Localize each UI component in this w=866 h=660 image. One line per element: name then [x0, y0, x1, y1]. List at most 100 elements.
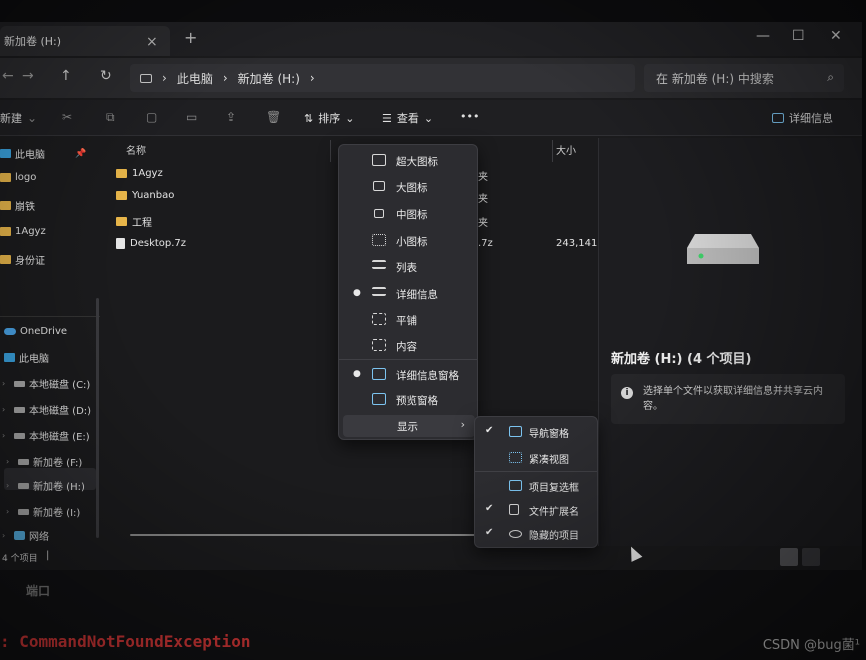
sidebar-item-label: 新加卷 (F:) [33, 458, 83, 469]
sidebar-item-label: 网络 [29, 532, 49, 543]
column-divider[interactable] [330, 140, 331, 162]
menu-item-label: 大图标 [396, 182, 428, 194]
submenu-item-hidden-items[interactable]: ✔ 隐藏的项目 [475, 523, 597, 545]
breadcrumb-volume-h[interactable]: 新加卷 (H:) [238, 70, 300, 87]
menu-item-show[interactable]: 显示 › [343, 415, 475, 437]
sidebar-item-drive-h[interactable]: › 新加卷 (H:) [6, 478, 85, 493]
tiles-view-toggle-icon[interactable] [802, 548, 820, 566]
address-bar[interactable]: › 此电脑 › 新加卷 (H:) › [130, 64, 635, 92]
sidebar-item-logo[interactable]: logo [0, 172, 36, 183]
menu-item-list[interactable]: 列表 [339, 255, 477, 279]
file-type-cell: 夹 [478, 172, 488, 183]
menu-item-tiles[interactable]: 平铺 [339, 308, 477, 332]
submenu-item-file-extensions[interactable]: ✔ 文件扩展名 [475, 499, 597, 521]
cut-icon[interactable]: ✂ [62, 110, 72, 124]
menu-item-small-icons[interactable]: 小图标 [339, 229, 477, 253]
chevron-right-icon[interactable]: › [2, 531, 10, 540]
sidebar-item-label: logo [15, 172, 37, 183]
up-icon[interactable]: ↑ [60, 68, 72, 84]
file-row-desktop-7z[interactable]: Desktop.7z [116, 238, 186, 249]
back-icon[interactable]: ← [2, 68, 14, 84]
horizontal-scrollbar[interactable] [130, 534, 480, 536]
file-row-gongcheng[interactable]: 工程 [116, 214, 152, 229]
menu-item-large-icons[interactable]: 大图标 [339, 175, 477, 199]
sidebar-item-label: 新加卷 (H:) [33, 482, 85, 493]
sidebar-item-bengtie[interactable]: 崩铁 [0, 198, 35, 213]
menu-item-content[interactable]: 内容 [339, 334, 477, 358]
folder-icon [0, 201, 11, 210]
sidebar-item-this-pc[interactable]: 此电脑 [4, 350, 49, 365]
submenu-item-navigation-pane[interactable]: ✔ 导航窗格 [475, 421, 597, 443]
sidebar-item-drive-d[interactable]: › 本地磁盘 (D:) [2, 402, 91, 417]
archive-file-icon [116, 238, 125, 249]
column-divider[interactable] [552, 140, 553, 162]
details-view-toggle-icon[interactable] [780, 548, 798, 566]
sort-button[interactable]: ⇅ 排序 ⌄ [304, 110, 354, 126]
refresh-icon[interactable]: ↻ [100, 68, 112, 84]
minimize-icon[interactable]: — [756, 28, 770, 44]
sidebar-item-drive-i[interactable]: › 新加卷 (I:) [6, 504, 80, 519]
chevron-right-icon[interactable]: › [6, 507, 14, 516]
delete-icon[interactable]: 🗑 [266, 110, 281, 124]
breadcrumb-this-pc[interactable]: 此电脑 [177, 70, 213, 87]
share-icon[interactable]: ⇪ [226, 110, 236, 124]
maximize-icon[interactable]: ☐ [792, 28, 805, 44]
chevron-down-icon: ⌄ [345, 111, 355, 125]
sidebar-item-drive-c[interactable]: › 本地磁盘 (C:) [2, 376, 90, 391]
rename-icon[interactable]: ▭ [186, 110, 197, 124]
chevron-right-icon[interactable]: › [2, 431, 10, 440]
view-icon: ☰ [382, 111, 392, 125]
details-pane-button[interactable]: 详细信息 [772, 110, 833, 126]
chevron-right-icon[interactable]: › [6, 481, 14, 490]
close-window-icon[interactable]: ✕ [830, 28, 842, 44]
tab-close-icon[interactable]: × [146, 34, 158, 50]
menu-item-details-pane[interactable]: ● 详细信息窗格 [339, 363, 477, 387]
sidebar-item-1agyz[interactable]: 1Agyz [0, 226, 46, 237]
large-icons-icon [373, 181, 385, 191]
column-header-name[interactable]: 名称 [126, 142, 146, 157]
view-button[interactable]: ☰ 查看 ⌄ [382, 110, 433, 126]
sidebar-item-drive-f[interactable]: › 新加卷 (F:) [6, 454, 82, 469]
terminal-background: 端口 : CommandNotFoundException CSDN @bug菌… [0, 570, 866, 660]
forward-icon[interactable]: → [22, 68, 34, 84]
menu-item-details[interactable]: ● 详细信息 [339, 282, 477, 306]
search-icon[interactable]: ⌕ [827, 70, 834, 85]
menu-item-medium-icons[interactable]: 中图标 [339, 202, 477, 226]
search-input[interactable]: 在 新加卷 (H:) 中搜索 ⌕ [644, 64, 844, 92]
sidebar-item-label: 本地磁盘 (E:) [29, 432, 90, 443]
item-count: 4 个项目 [2, 554, 38, 564]
tab-new-volume-h[interactable]: 新加卷 (H:) × [0, 26, 170, 56]
column-header-size[interactable]: 大小 [556, 142, 576, 157]
more-options-button[interactable]: ••• [460, 110, 479, 123]
tiles-icon [372, 313, 386, 325]
folder-icon [116, 191, 127, 200]
sidebar-item-this-pc-quick[interactable]: 此电脑 📌 [0, 146, 86, 161]
pc-icon [0, 149, 11, 158]
chevron-right-icon[interactable]: › [2, 379, 10, 388]
tab-title: 新加卷 (H:) [4, 35, 62, 48]
copy-icon[interactable]: ⧉ [106, 110, 115, 125]
folder-icon [0, 227, 11, 236]
sidebar-item-onedrive[interactable]: OneDrive [4, 326, 67, 337]
menu-item-preview-pane[interactable]: 预览窗格 [339, 388, 477, 412]
sidebar-item-id-card[interactable]: 身份证 [0, 252, 45, 267]
sidebar-scrollbar[interactable] [96, 298, 99, 538]
menu-item-label: 超大图标 [396, 156, 438, 168]
chevron-right-icon[interactable]: › [2, 405, 10, 414]
menu-item-label: 内容 [396, 341, 417, 353]
paste-icon[interactable]: ▢ [146, 110, 157, 124]
submenu-item-compact-view[interactable]: 紧凑视图 [475, 447, 597, 469]
file-row-yuanbao[interactable]: Yuanbao [116, 190, 174, 201]
sidebar-item-label: 本地磁盘 (D:) [29, 406, 92, 417]
sidebar-item-label: OneDrive [20, 326, 68, 337]
menu-item-extra-large-icons[interactable]: 超大图标 [339, 149, 477, 173]
content-icon [372, 339, 386, 351]
new-tab-icon[interactable]: + [184, 28, 197, 47]
sidebar-item-drive-e[interactable]: › 本地磁盘 (E:) [2, 428, 90, 443]
submenu-item-item-checkboxes[interactable]: 项目复选框 [475, 475, 597, 497]
chevron-right-icon[interactable]: › [6, 457, 14, 466]
sidebar-item-network[interactable]: › 网络 [2, 528, 49, 543]
file-row-1agyz[interactable]: 1Agyz [116, 168, 163, 179]
submenu-item-label: 项目复选框 [529, 483, 579, 494]
new-button[interactable]: 新建 ⌄ [0, 110, 37, 126]
